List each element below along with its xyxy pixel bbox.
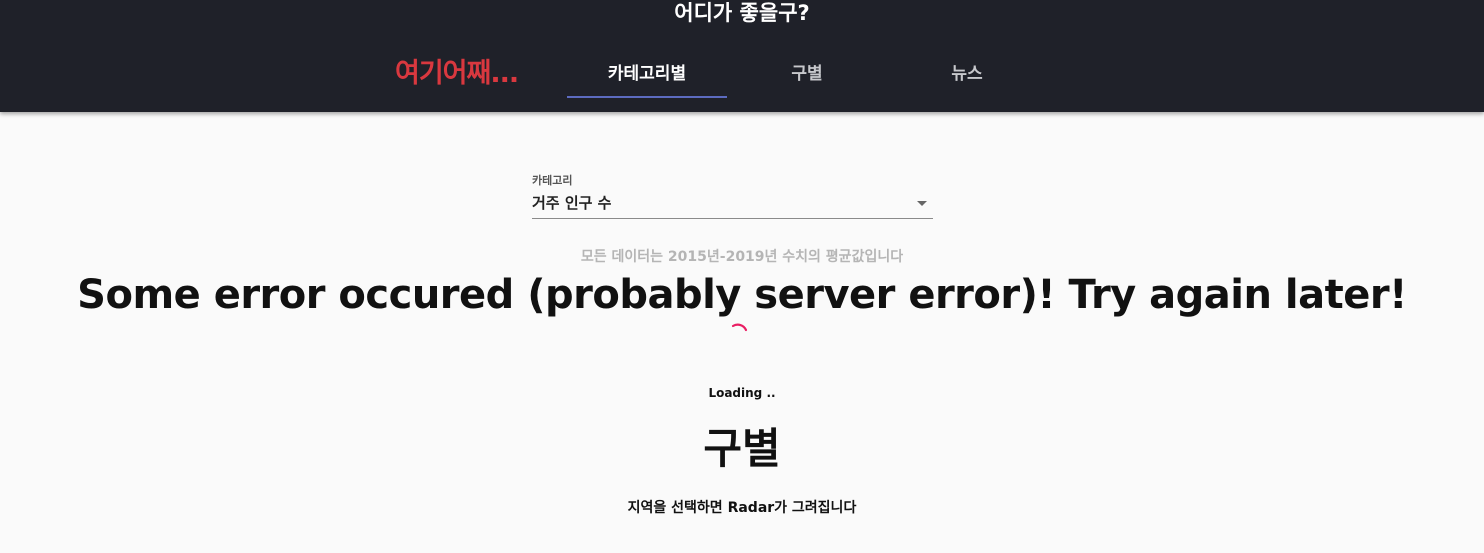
select-underline [532, 218, 933, 219]
loading-spinner-icon [731, 323, 748, 332]
tab-news[interactable]: 뉴스 [887, 54, 1047, 98]
brand-logo-text[interactable]: 여기어째... [395, 54, 555, 94]
tab-category[interactable]: 카테고리별 [567, 54, 727, 98]
category-select-value[interactable]: 거주 인구 수 [532, 192, 611, 213]
tab-district[interactable]: 구별 [727, 54, 887, 98]
radar-hint-text: 지역을 선택하면 Radar가 그려집니다 [627, 500, 857, 516]
caret-down-icon[interactable] [917, 201, 927, 206]
category-select[interactable]: 카테고리 거주 인구 수 [532, 170, 933, 220]
error-message: Some error occured (probably server erro… [77, 272, 1407, 318]
active-tab-indicator [567, 96, 727, 98]
district-section-title: 구별 [703, 424, 781, 473]
app-bar: 어디가 좋을구? 여기어째... 카테고리별 구별 뉴스 [0, 0, 1484, 112]
data-note: 모든 데이터는 2015년-2019년 수치의 평균값입니다 [580, 249, 904, 265]
loading-text: Loading .. [708, 386, 776, 400]
category-select-label: 카테고리 [532, 174, 573, 187]
site-title: 어디가 좋을구? [674, 1, 810, 25]
